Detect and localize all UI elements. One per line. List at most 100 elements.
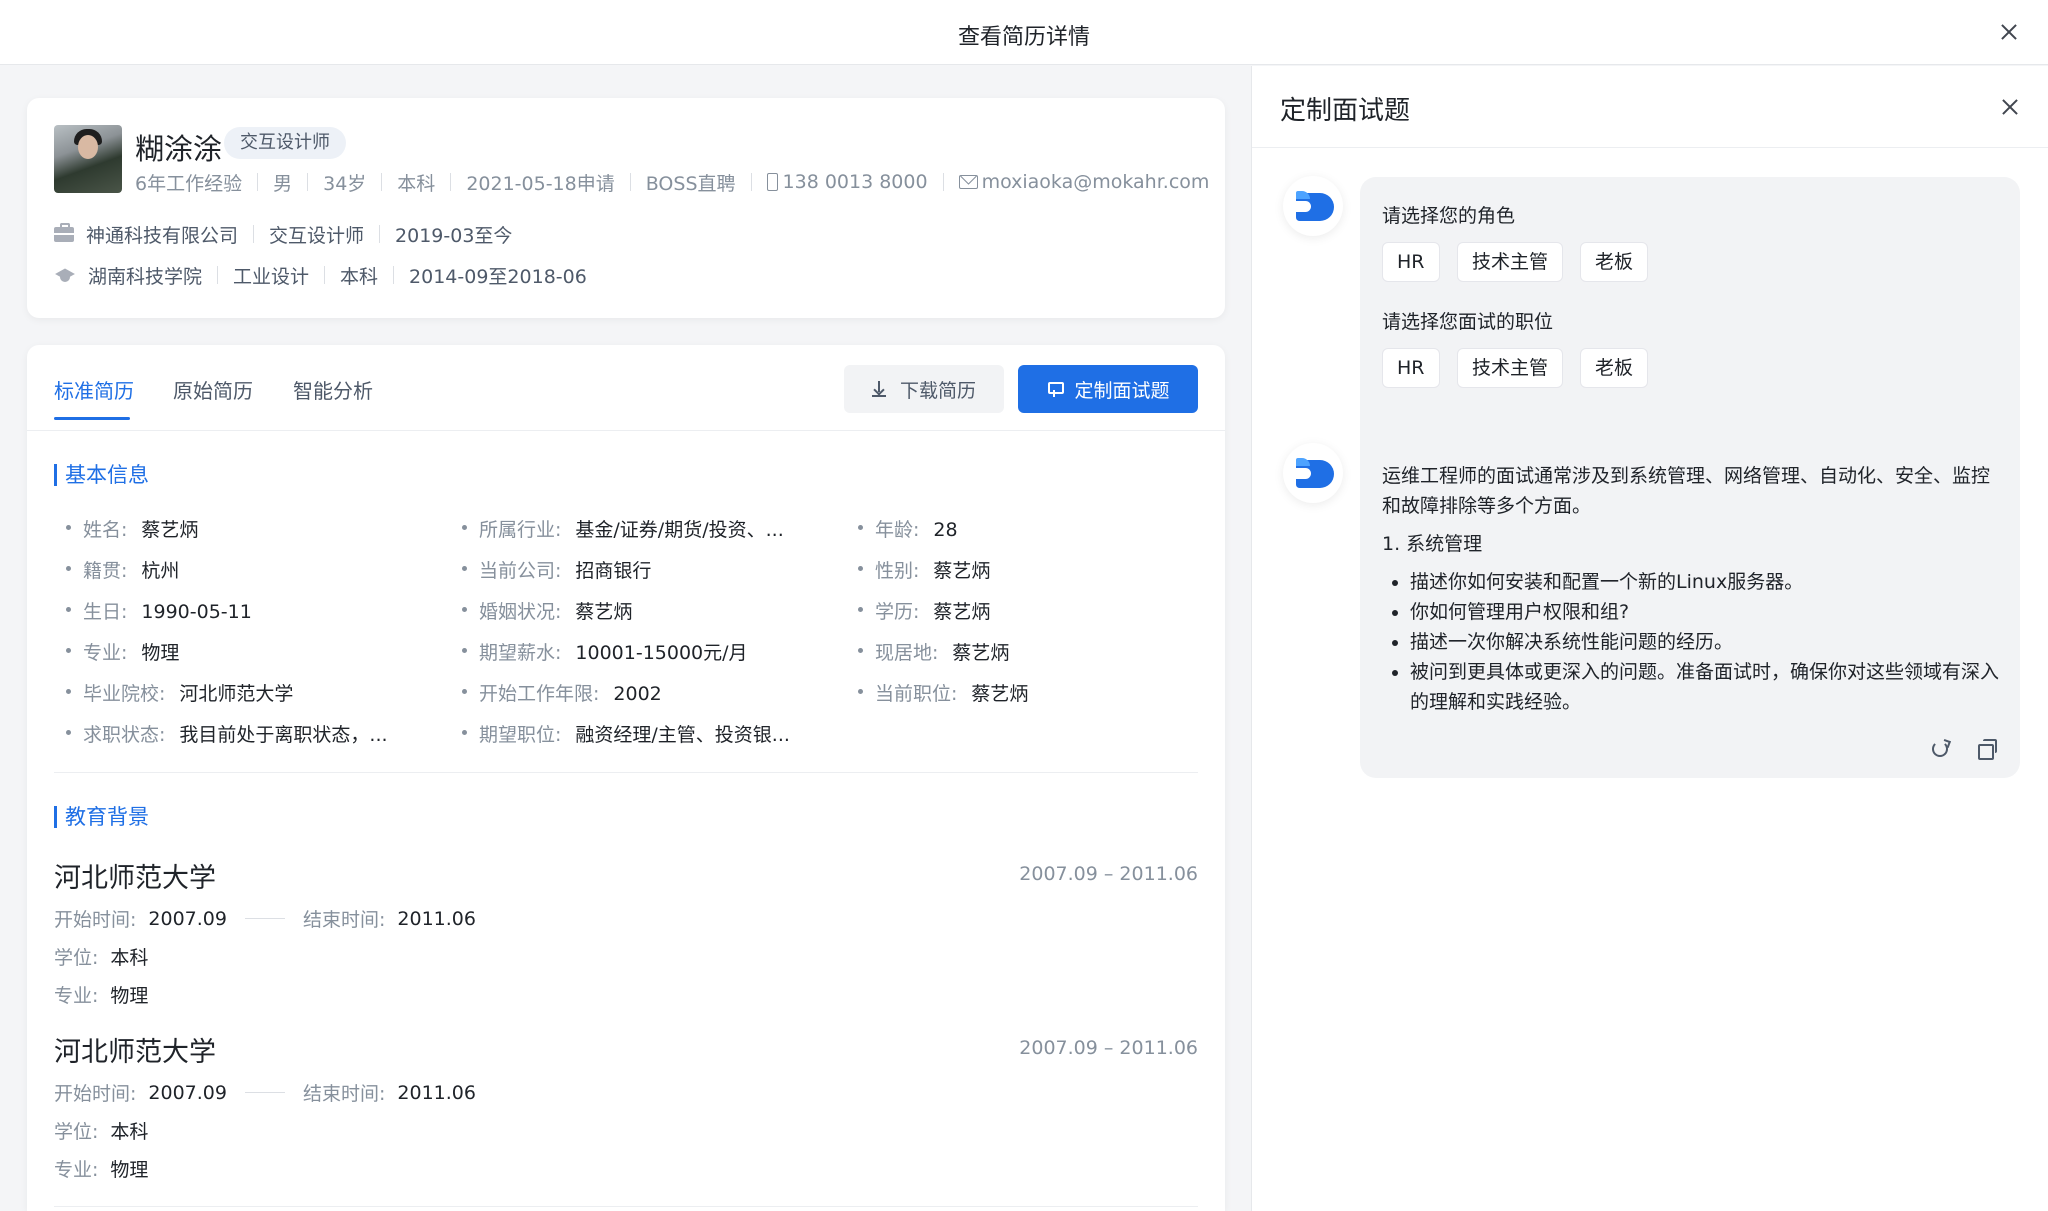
age: 34岁 [323, 172, 367, 195]
basic-info-title: 基本信息 [54, 464, 149, 486]
field-value: 10001-15000元/月 [575, 642, 748, 664]
refresh-icon[interactable] [1932, 741, 1948, 757]
field-value: 蔡艺炳 [933, 601, 991, 623]
field-key: 专业: [83, 642, 128, 664]
field-value: 蔡艺炳 [952, 642, 1010, 664]
close-panel-icon[interactable] [1997, 94, 2023, 120]
edu-row: 湖南科技学院 工业设计 本科 2014-09至2018-06 [54, 262, 587, 288]
role-question: 请选择您的角色 [1382, 205, 1516, 227]
mail-icon [958, 175, 978, 189]
end-value: 2011.06 [397, 1081, 476, 1104]
field-major: 专业: 物理 [65, 638, 180, 665]
bot-avatar [1283, 443, 1343, 503]
field-key: 当前公司: [479, 560, 562, 582]
field-key: 姓名: [83, 519, 128, 541]
answer-intro: 运维工程师的面试通常涉及到系统管理、网络管理、自动化、安全、监控和故障排除等多个… [1382, 465, 1991, 517]
field-current-position: 当前职位: 蔡艺炳 [857, 679, 1029, 706]
field-value: 河北师范大学 [179, 683, 294, 705]
major-value: 物理 [110, 1159, 149, 1181]
field-birthday: 生日: 1990-05-11 [66, 597, 252, 624]
start-value: 2007.09 [148, 907, 227, 930]
briefcase-icon [54, 222, 74, 242]
close-modal-icon[interactable] [1996, 19, 2022, 45]
phone[interactable]: 138 0013 8000 [783, 171, 928, 193]
custom-questions-panel: 定制面试题 请选择您的角色 HR 技术主管 老板 请选择您面试的职位 HR 技术… [1251, 66, 2048, 1211]
field-value: 物理 [141, 642, 180, 664]
field-key: 求职状态: [83, 724, 166, 746]
edu-major: 专业: 物理 [54, 981, 148, 1008]
bot-avatar [1283, 176, 1343, 236]
field-key: 年龄: [875, 519, 920, 541]
position-chip-hr[interactable]: HR [1382, 348, 1440, 388]
list-item: 描述一次你解决系统性能问题的经历。 [1392, 627, 2010, 657]
position-chip-tech-lead[interactable]: 技术主管 [1457, 348, 1564, 388]
field-native-place: 籍贯: 杭州 [65, 556, 179, 583]
field-age: 年龄: 28 [858, 515, 958, 542]
field-school: 毕业院校: 河北师范大学 [65, 679, 294, 706]
field-value: 蔡艺炳 [971, 683, 1029, 705]
phone-icon [766, 173, 778, 191]
copy-icon[interactable] [1976, 738, 1998, 760]
role-chip-boss[interactable]: 老板 [1580, 242, 1649, 282]
tab-original-resume[interactable]: 原始简历 [173, 375, 253, 404]
field-key: 所属行业: [479, 519, 562, 541]
edu-degree: 学位: 本科 [54, 1117, 148, 1144]
position-chip-boss[interactable]: 老板 [1580, 348, 1649, 388]
tab-standard-resume[interactable]: 标准简历 [54, 375, 134, 404]
list-item: 被问到更具体或更深入的问题。准备面试时，确保你对这些领域有深入的理解和实践经验。 [1392, 657, 2010, 717]
start-label: 开始时间: [54, 909, 137, 931]
download-icon [871, 381, 886, 397]
field-value: 1990-05-11 [141, 601, 252, 623]
major-label: 专业: [54, 1159, 99, 1181]
field-marital-status: 婚姻状况: 蔡艺炳 [461, 597, 632, 624]
edu-period: 2007.09 – 2011.06 [1019, 1037, 1198, 1059]
download-resume-button[interactable]: 下载简历 [844, 365, 1004, 413]
major-label: 专业: [54, 985, 99, 1007]
field-industry: 所属行业: 基金/证券/期货/投资、... [462, 515, 784, 542]
email[interactable]: moxiaoka@mokahr.com [982, 171, 1210, 193]
edu-school-name: 河北师范大学 [54, 1037, 216, 1068]
profile-card: 糊涂涂 交互设计师 6年工作经验 男 34岁 本科 2021-05-18申请 B… [27, 98, 1225, 318]
panel-title: 定制面试题 [1280, 96, 1411, 126]
list-item: 你如何管理用户权限和组? [1392, 597, 2010, 627]
tab-smart-analysis[interactable]: 智能分析 [293, 375, 373, 404]
field-expected-salary: 期望薪水: 10001-15000元/月 [462, 638, 748, 665]
field-current-company: 当前公司: 招商银行 [461, 556, 651, 583]
resume-tabs: 标准简历 原始简历 智能分析 下载简历 定制面试题 [27, 345, 1225, 431]
field-key: 生日: [83, 601, 128, 623]
answer-list: 描述你如何安装和配置一个新的Linux服务器。 你如何管理用户权限和组? 描述一… [1392, 567, 2010, 717]
degree-value: 本科 [110, 947, 149, 969]
graduation-cap-icon [54, 267, 76, 283]
selection-bubble: 请选择您的角色 HR 技术主管 老板 请选择您面试的职位 HR 技术主管 老板 [1360, 177, 2020, 480]
candidate-name: 糊涂涂 [135, 132, 223, 166]
field-key: 毕业院校: [83, 683, 166, 705]
custom-label: 定制面试题 [1074, 379, 1170, 402]
field-key: 婚姻状况: [479, 601, 562, 623]
field-value: 我目前处于离职状态，... [179, 724, 388, 746]
divider [54, 1206, 1198, 1207]
avatar [54, 125, 122, 193]
answer-bubble: 运维工程师的面试通常涉及到系统管理、网络管理、自动化、安全、监控和故障排除等多个… [1360, 441, 2020, 778]
degree-value: 本科 [110, 1121, 149, 1143]
field-value: 蔡艺炳 [141, 519, 199, 541]
start-value: 2007.09 [148, 1081, 227, 1104]
degree: 本科 [397, 172, 436, 195]
modal-header: 查看简历详情 [0, 0, 2048, 65]
field-key: 现居地: [875, 642, 939, 664]
modal-title: 查看简历详情 [957, 25, 1090, 50]
edu-dates: 开始时间: 2007.09 结束时间: 2011.06 [54, 905, 476, 932]
field-key: 当前职位: [875, 683, 958, 705]
work-period: 2019-03至今 [395, 224, 513, 247]
bot-logo-icon [1293, 458, 1334, 488]
field-residence: 现居地: 蔡艺炳 [857, 638, 1010, 665]
experience: 6年工作经验 [135, 172, 243, 195]
custom-questions-button[interactable]: 定制面试题 [1018, 365, 1198, 413]
role-chip-tech-lead[interactable]: 技术主管 [1457, 242, 1564, 282]
end-value: 2011.06 [397, 907, 476, 930]
role-chip-hr[interactable]: HR [1382, 242, 1440, 282]
edu-school: 湖南科技学院 [88, 265, 203, 288]
edu-major: 专业: 物理 [54, 1155, 148, 1182]
degree-label: 学位: [54, 947, 99, 969]
field-gender: 性别: 蔡艺炳 [857, 556, 990, 583]
field-key: 开始工作年限: [479, 683, 600, 705]
